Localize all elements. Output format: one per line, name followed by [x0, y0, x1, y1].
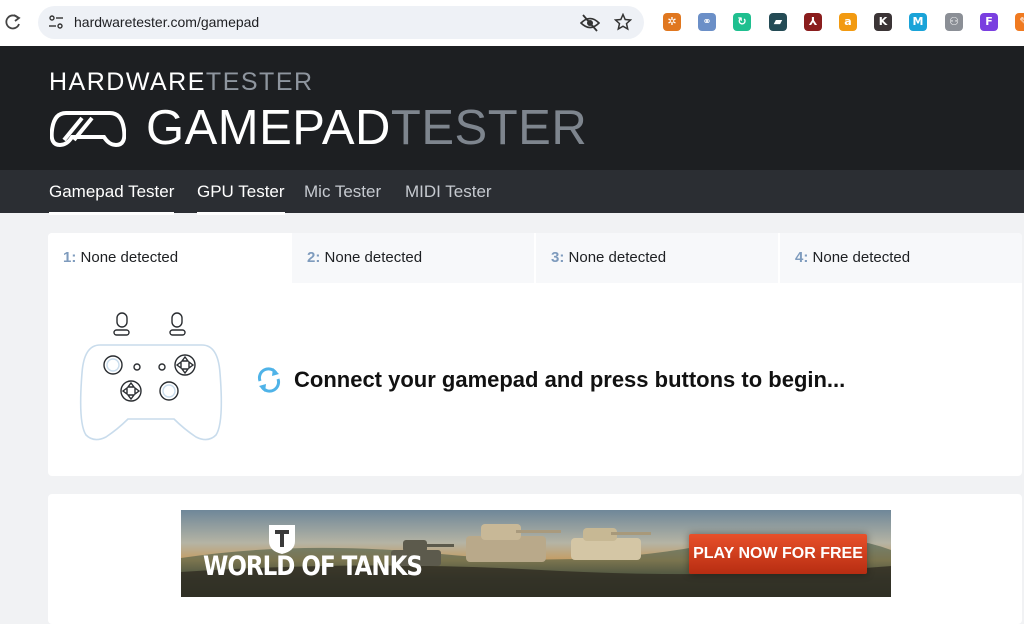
tab-slot-1-label: None detected	[80, 249, 179, 266]
gamepad-card: 1: None detected 2: None detected 3: Non…	[48, 233, 1022, 476]
reload-icon[interactable]	[4, 12, 22, 32]
tab-slot-2-label: None detected	[324, 249, 423, 266]
tab-slot-3-text: 3: None detected	[551, 249, 666, 266]
extension-11-icon[interactable]: ✎	[1015, 13, 1024, 31]
extension-6-icon[interactable]: a	[839, 13, 857, 31]
tab-slot-2-number: 2:	[307, 249, 321, 266]
url-text[interactable]: hardwaretester.com/gamepad	[74, 14, 259, 30]
tab-slot-1-number: 1:	[63, 249, 77, 266]
nav-gpu-tester[interactable]: GPU Tester	[197, 182, 285, 215]
gamepad-logo-icon	[50, 111, 126, 148]
tab-slot-1[interactable]: 1: None detected	[48, 233, 291, 283]
ad-container: WORLD OF TANKS PLAY NOW FOR FREE	[48, 494, 1022, 624]
nav-midi-tester[interactable]: MIDI Tester	[405, 182, 492, 212]
site-info-icon[interactable]	[48, 14, 64, 30]
wordmark-part-a: HARDWARE	[49, 68, 206, 96]
tab-slot-3-number: 3:	[551, 249, 565, 266]
tab-slot-4-number: 4:	[795, 249, 809, 266]
connect-instruction: Connect your gamepad and press buttons t…	[294, 367, 846, 392]
browser-toolbar: hardwaretester.com/gamepad ✲ ⚭ ↻ ▰ ⅄ aKM ⚇ F ✎	[0, 0, 1024, 47]
bookmark-star-icon[interactable]	[614, 13, 632, 31]
title-part-a: GAMEPAD	[146, 101, 391, 155]
sync-icon	[257, 367, 281, 393]
tab-slot-4[interactable]: 4: None detected	[779, 233, 1022, 283]
tab-slot-2-text: 2: None detected	[307, 249, 422, 266]
extension-10-icon[interactable]: F	[980, 13, 998, 31]
extension-5-icon[interactable]: ⅄	[804, 13, 822, 31]
extension-7-icon[interactable]: K	[874, 13, 892, 31]
controller-illustration-icon	[79, 312, 223, 441]
play-now-button[interactable]: PLAY NOW FOR FREE	[689, 534, 867, 574]
extension-3-icon[interactable]: ↻	[733, 13, 751, 31]
wordmark-part-b: TESTER	[205, 68, 314, 96]
world-of-tanks-ad[interactable]: WORLD OF TANKS PLAY NOW FOR FREE	[181, 510, 891, 597]
site-header: HARDWARETESTER GAMEPADTESTER	[0, 46, 1024, 170]
address-bar[interactable]: hardwaretester.com/gamepad	[38, 6, 644, 39]
extension-8-icon[interactable]: M	[909, 13, 927, 31]
gamepadtester-title: GAMEPADTESTER	[146, 100, 587, 156]
title-part-b: TESTER	[390, 101, 588, 155]
tab-slot-2[interactable]: 2: None detected	[291, 233, 534, 283]
gamepad-slot-tabs: 1: None detected 2: None detected 3: Non…	[48, 233, 1022, 283]
tab-slot-3[interactable]: 3: None detected	[535, 233, 778, 283]
eye-off-icon[interactable]	[580, 14, 600, 32]
tab-slot-3-label: None detected	[568, 249, 667, 266]
top-nav: Gamepad Tester GPU Tester Mic Tester MID…	[0, 170, 1024, 215]
extension-4-icon[interactable]: ▰	[769, 13, 787, 31]
extension-9-icon[interactable]: ⚇	[945, 13, 963, 31]
nav-mic-tester[interactable]: Mic Tester	[304, 182, 381, 212]
tab-slot-4-label: None detected	[812, 249, 911, 266]
hardwaretester-wordmark[interactable]: HARDWARETESTER	[49, 68, 314, 97]
extension-1-icon[interactable]: ✲	[663, 13, 681, 31]
extension-2-icon[interactable]: ⚭	[698, 13, 716, 31]
tab-slot-1-text: 1: None detected	[63, 249, 178, 266]
world-of-tanks-emblem-icon	[269, 525, 295, 554]
nav-gamepad-tester[interactable]: Gamepad Tester	[49, 182, 175, 215]
world-of-tanks-logo: WORLD OF TANKS	[203, 552, 423, 582]
tab-slot-4-text: 4: None detected	[795, 249, 910, 266]
